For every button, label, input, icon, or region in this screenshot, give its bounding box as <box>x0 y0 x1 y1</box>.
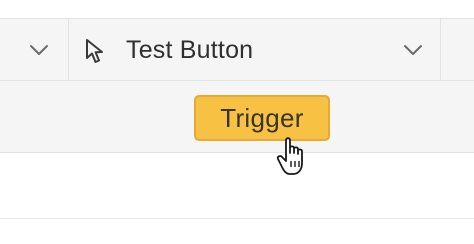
data-table: Test Button Trigger <box>0 0 474 244</box>
column-header-test-button[interactable]: Test Button <box>69 19 441 80</box>
cursor-arrow-icon <box>84 38 110 71</box>
chevron-down-icon[interactable] <box>28 41 50 64</box>
hand-pointer-icon <box>274 134 314 185</box>
table-row <box>0 153 474 219</box>
table-header-row: Test Button <box>0 18 474 81</box>
previous-column-header[interactable] <box>0 19 69 80</box>
column-menu-chevron-icon[interactable] <box>402 41 424 64</box>
column-title: Test Button <box>126 36 254 64</box>
